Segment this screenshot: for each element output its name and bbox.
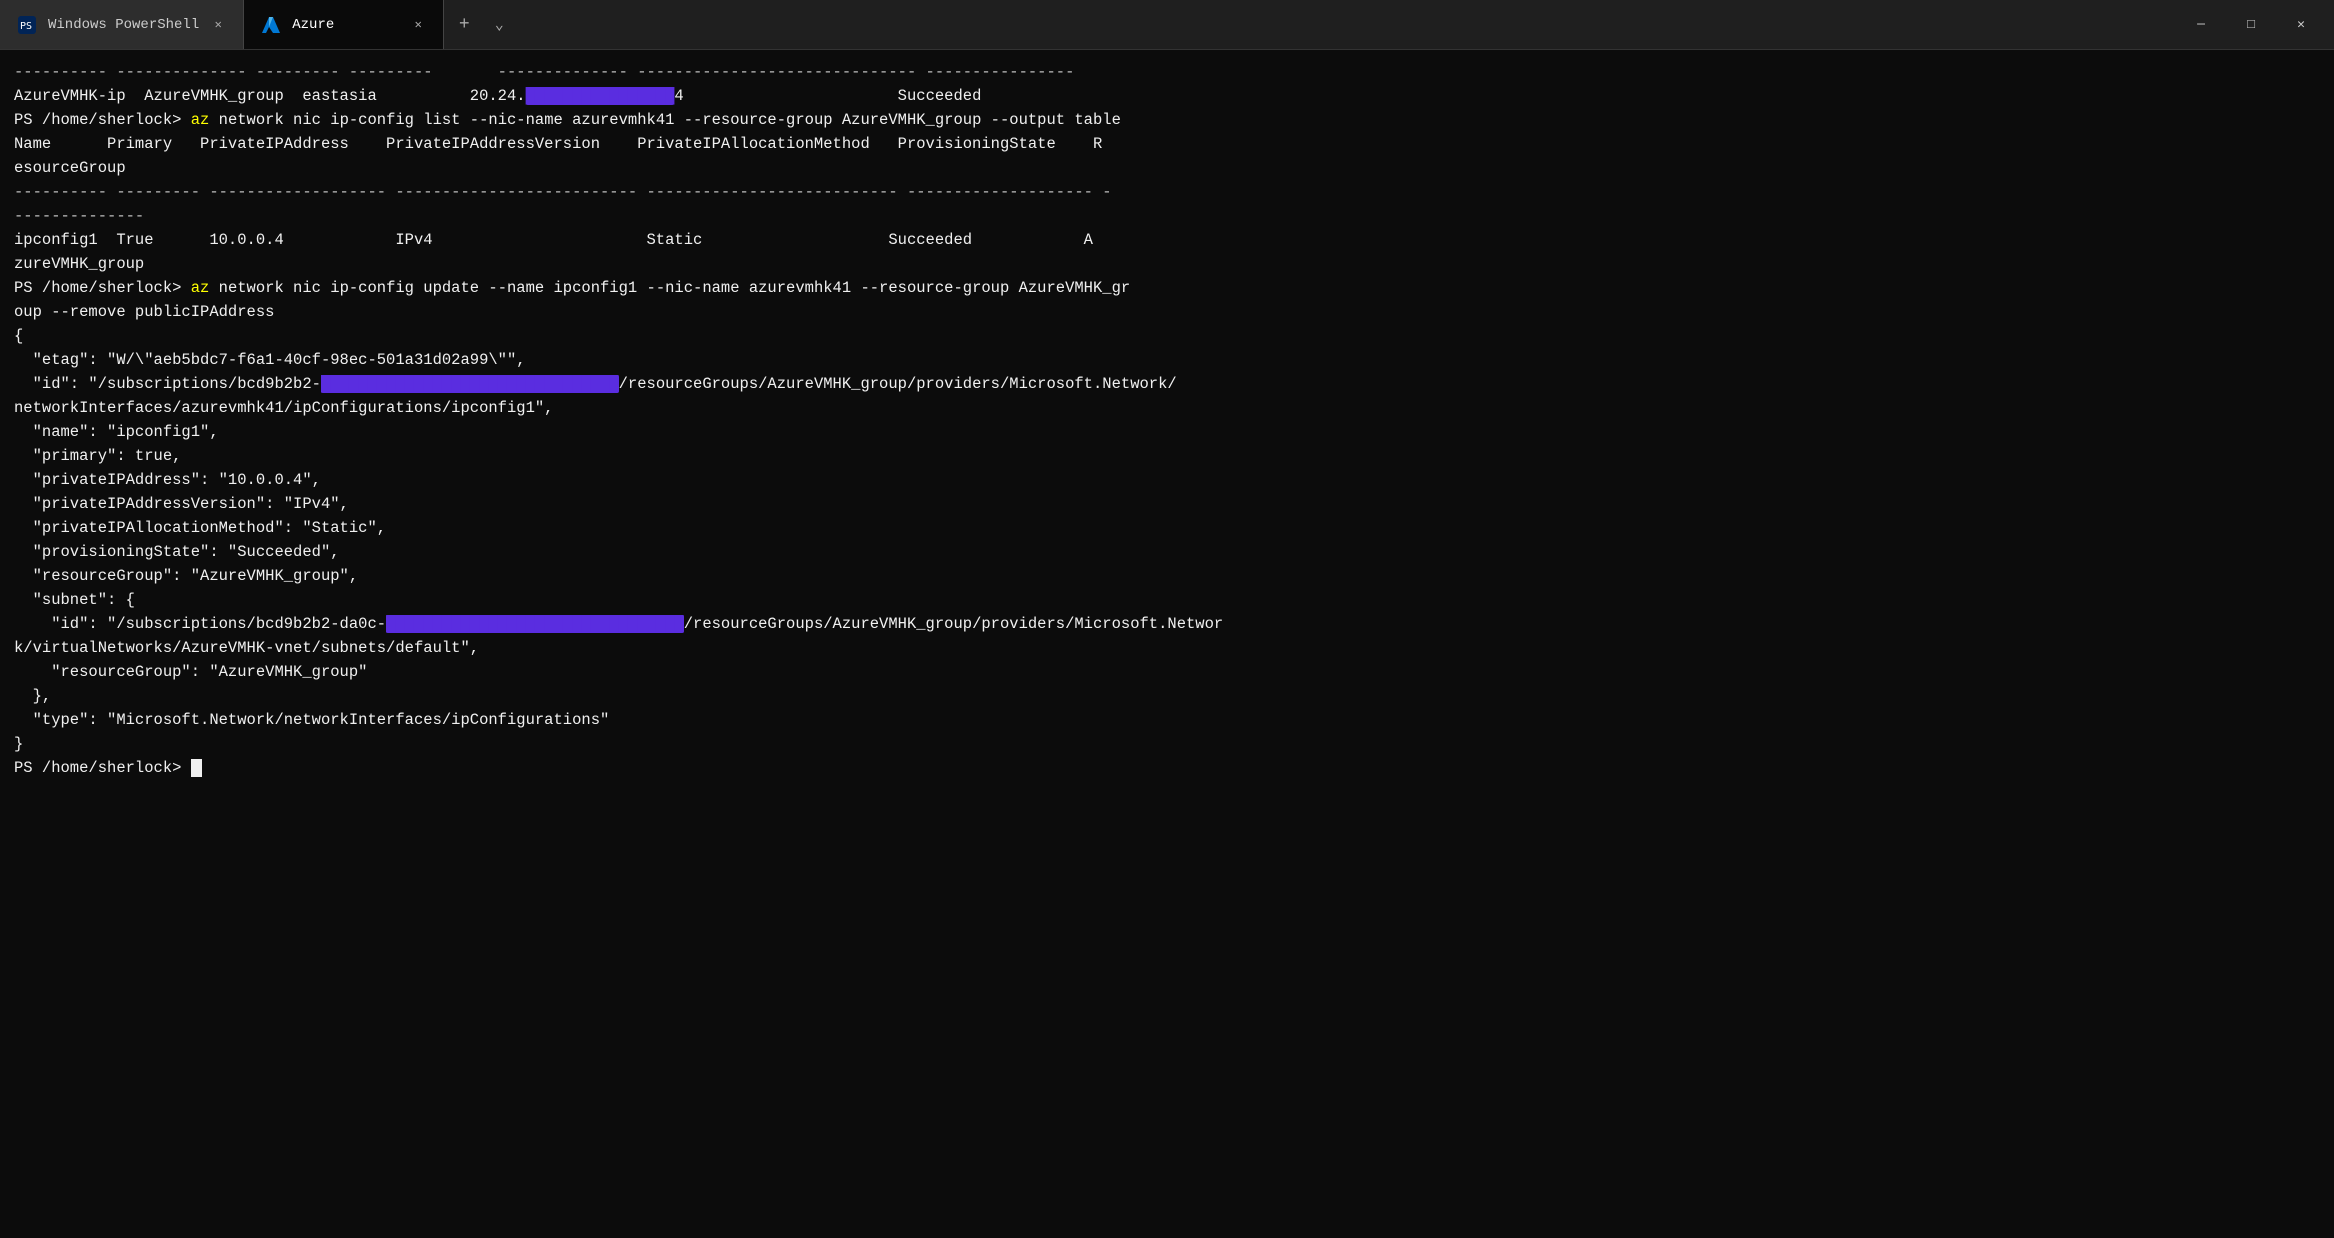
json-subnet-rg: "resourceGroup": "AzureVMHK_group" <box>14 660 2320 684</box>
vm-data-line: AzureVMHK-ip AzureVMHK_group eastasia 20… <box>14 84 2320 108</box>
json-private-ip-version: "privateIPAddressVersion": "IPv4", <box>14 492 2320 516</box>
json-provisioning: "provisioningState": "Succeeded", <box>14 540 2320 564</box>
json-primary: "primary": true, <box>14 444 2320 468</box>
window: PS Windows PowerShell ✕ Azure ✕ + ⌄ <box>0 0 2334 1238</box>
tab-azure-label: Azure <box>292 17 334 33</box>
svg-text:PS: PS <box>20 21 32 32</box>
terminal-area[interactable]: ---------- -------------- --------- ----… <box>0 50 2334 1238</box>
tab-azure-close[interactable]: ✕ <box>409 16 427 34</box>
tab-bar: PS Windows PowerShell ✕ Azure ✕ + ⌄ <box>0 0 2168 49</box>
tab-powershell-close[interactable]: ✕ <box>209 16 227 34</box>
separator-line-1: ---------- -------------- --------- ----… <box>14 60 2320 84</box>
separator-line-2: ---------- --------- -------------------… <box>14 180 2320 204</box>
json-id-1: "id": "/subscriptions/bcd9b2b2-█████████… <box>14 372 2320 396</box>
maximize-button[interactable]: □ <box>2228 0 2274 49</box>
table-data-1: ipconfig1 True 10.0.0.4 IPv4 Static Succ… <box>14 228 2320 252</box>
azure-icon <box>260 14 282 36</box>
json-subnet-close: }, <box>14 684 2320 708</box>
json-resource-group: "resourceGroup": "AzureVMHK_group", <box>14 564 2320 588</box>
prompt-line-2: PS /home/sherlock> az network nic ip-con… <box>14 276 2320 300</box>
table-header-2: esourceGroup <box>14 156 2320 180</box>
powershell-icon: PS <box>16 14 38 36</box>
prompt-line-1: PS /home/sherlock> az network nic ip-con… <box>14 108 2320 132</box>
json-id-2: networkInterfaces/azurevmhk41/ipConfigur… <box>14 396 2320 420</box>
new-tab-button[interactable]: + <box>444 0 484 49</box>
tab-powershell-label: Windows PowerShell <box>48 17 199 33</box>
json-type: "type": "Microsoft.Network/networkInterf… <box>14 708 2320 732</box>
final-prompt: PS /home/sherlock> <box>14 756 2320 780</box>
tab-dropdown-button[interactable]: ⌄ <box>484 0 514 49</box>
json-open: { <box>14 324 2320 348</box>
json-subnet-open: "subnet": { <box>14 588 2320 612</box>
separator-line-3: -------------- <box>14 204 2320 228</box>
tab-powershell[interactable]: PS Windows PowerShell ✕ <box>0 0 244 49</box>
cursor <box>191 759 202 777</box>
table-header-1: Name Primary PrivateIPAddress PrivateIPA… <box>14 132 2320 156</box>
table-data-2: zureVMHK_group <box>14 252 2320 276</box>
redacted-subscription-id: ████████████████████████████████ <box>321 375 619 393</box>
json-etag: "etag": "W/\"aeb5bdc7-f6a1-40cf-98ec-501… <box>14 348 2320 372</box>
json-subnet-id-1: "id": "/subscriptions/bcd9b2b2-da0c-████… <box>14 612 2320 636</box>
cmd-wrap-1: oup --remove publicIPAddress <box>14 300 2320 324</box>
redacted-ip: ████████████████ <box>526 87 675 105</box>
redacted-subnet-id: ████████████████████████████████ <box>386 615 684 633</box>
titlebar: PS Windows PowerShell ✕ Azure ✕ + ⌄ <box>0 0 2334 50</box>
window-controls: ─ □ ✕ <box>2168 0 2334 49</box>
json-private-ip-method: "privateIPAllocationMethod": "Static", <box>14 516 2320 540</box>
minimize-button[interactable]: ─ <box>2178 0 2224 49</box>
json-name: "name": "ipconfig1", <box>14 420 2320 444</box>
json-private-ip: "privateIPAddress": "10.0.0.4", <box>14 468 2320 492</box>
tab-azure[interactable]: Azure ✕ <box>244 0 444 49</box>
json-close: } <box>14 732 2320 756</box>
json-subnet-id-2: k/virtualNetworks/AzureVMHK-vnet/subnets… <box>14 636 2320 660</box>
close-button[interactable]: ✕ <box>2278 0 2324 49</box>
